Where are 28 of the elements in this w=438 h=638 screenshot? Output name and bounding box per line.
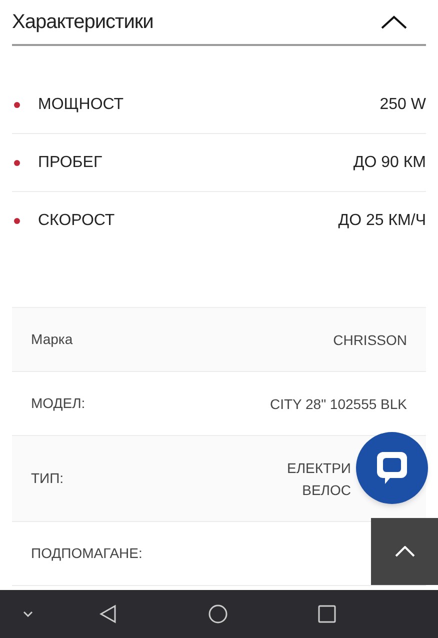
feature-label: МОЩНОСТ <box>38 94 124 114</box>
home-icon <box>208 604 228 624</box>
feature-value: 250 W <box>380 94 426 114</box>
bullet-icon <box>14 160 20 166</box>
bullet-icon <box>14 102 20 108</box>
spec-label: ПОДПОМАГАНЕ: <box>31 544 142 563</box>
spec-value: ВЕЛОС <box>302 480 351 500</box>
back-icon <box>99 604 117 624</box>
back-button[interactable] <box>99 604 117 624</box>
chevron-up-icon <box>394 546 414 557</box>
recents-icon <box>318 605 336 623</box>
bullet-icon <box>14 218 20 224</box>
chevron-up-icon <box>381 15 407 29</box>
spec-label: Марка <box>31 330 73 349</box>
chevron-down-icon <box>23 611 33 617</box>
section-title: Характеристики <box>12 10 154 35</box>
feature-label: СКОРОСТ <box>38 211 115 231</box>
feature-value: ДО 90 КМ <box>353 152 426 172</box>
home-button[interactable] <box>208 604 228 624</box>
spec-label: МОДЕЛ: <box>31 394 86 413</box>
spec-value: ЕЛЕКТРИ <box>287 458 351 478</box>
recents-button[interactable] <box>318 605 336 623</box>
feature-value: ДО 25 КМ/Ч <box>338 211 426 231</box>
spec-value: CHRISSON <box>333 330 407 350</box>
feature-label: ПРОБЕГ <box>38 152 102 172</box>
chat-bubble-icon <box>375 450 409 486</box>
spec-label: ТИП: <box>31 469 64 488</box>
spec-value: CITY 28" 102555 BLK <box>270 394 407 414</box>
